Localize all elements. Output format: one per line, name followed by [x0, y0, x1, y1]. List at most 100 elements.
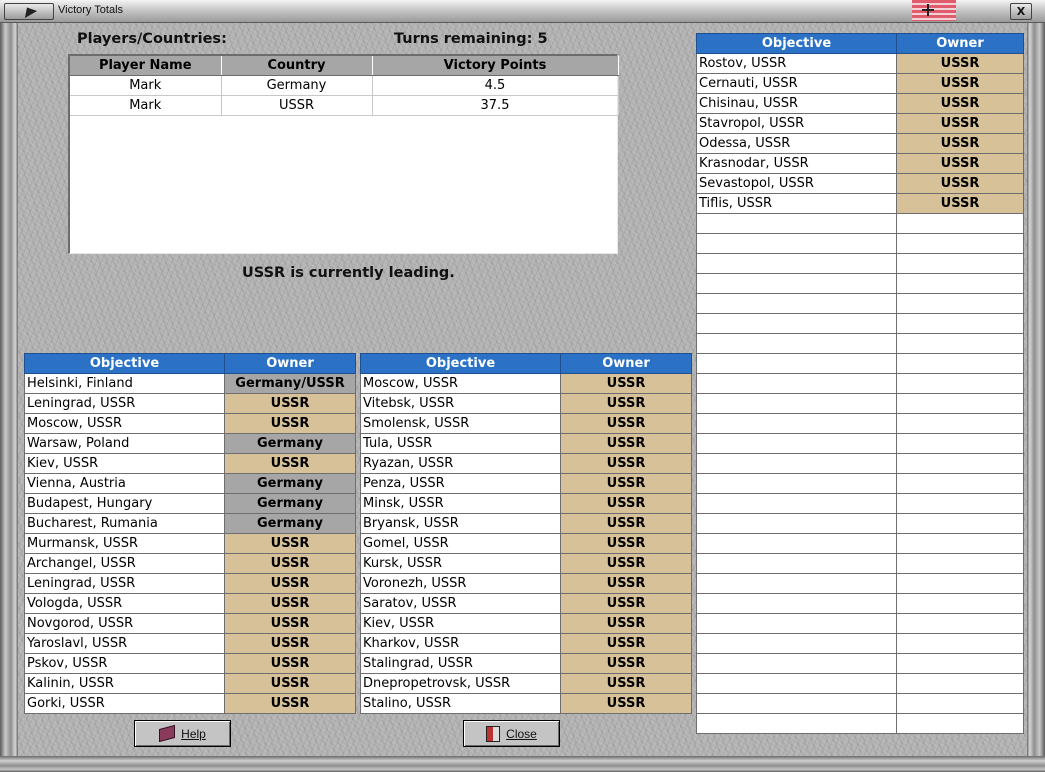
table-row[interactable]: Gomel, USSR USSR [360, 533, 692, 554]
empty-cell [896, 513, 1024, 534]
window-close-button[interactable]: X [1010, 3, 1032, 20]
empty-row [696, 693, 1024, 714]
table-row[interactable]: Odessa, USSR USSR [696, 133, 1024, 154]
empty-cell [696, 693, 897, 714]
table-row[interactable]: Voronezh, USSR USSR [360, 573, 692, 594]
objective-name-cell: Saratov, USSR [360, 593, 561, 614]
empty-cell [696, 353, 897, 374]
table-row[interactable]: Smolensk, USSR USSR [360, 413, 692, 434]
empty-cell [896, 213, 1024, 234]
owner-cell: USSR [224, 453, 356, 474]
objective-name-cell: Warsaw, Poland [24, 433, 225, 454]
table-row[interactable]: Minsk, USSR USSR [360, 493, 692, 514]
objective-name-cell: Moscow, USSR [24, 413, 225, 434]
objective-name-cell: Vologda, USSR [24, 593, 225, 614]
table-row[interactable]: Penza, USSR USSR [360, 473, 692, 494]
empty-cell [696, 413, 897, 434]
system-menu-button[interactable] [4, 3, 54, 20]
player-name-cell: Mark [70, 75, 222, 96]
table-row[interactable]: Kursk, USSR USSR [360, 553, 692, 574]
owner-cell: USSR [560, 433, 692, 454]
help-button[interactable]: Help [134, 720, 231, 747]
table-row[interactable]: Mark Germany 4.5 [70, 75, 619, 96]
owner-cell: USSR [560, 573, 692, 594]
table-row[interactable]: Leningrad, USSR USSR [24, 393, 356, 414]
table-row[interactable]: Krasnodar, USSR USSR [696, 153, 1024, 174]
objective-name-cell: Tiflis, USSR [696, 193, 897, 214]
empty-cell [896, 413, 1024, 434]
empty-cell [896, 313, 1024, 334]
table-row[interactable]: Moscow, USSR USSR [360, 373, 692, 394]
owner-cell: USSR [896, 113, 1024, 134]
table-row[interactable]: Budapest, Hungary Germany [24, 493, 356, 514]
table-row[interactable]: Saratov, USSR USSR [360, 593, 692, 614]
table-row[interactable]: Tiflis, USSR USSR [696, 193, 1024, 214]
table-row[interactable]: Sevastopol, USSR USSR [696, 173, 1024, 194]
table-row[interactable]: Warsaw, Poland Germany [24, 433, 356, 454]
table-row[interactable]: Bucharest, Rumania Germany [24, 513, 356, 534]
column-header-player-name[interactable]: Player Name [70, 56, 222, 76]
table-row[interactable]: Mark USSR 37.5 [70, 95, 619, 116]
column-header-country[interactable]: Country [221, 56, 373, 76]
owner-cell: USSR [560, 393, 692, 414]
table-row[interactable]: Helsinki, Finland Germany/USSR [24, 373, 356, 394]
table-row[interactable]: Ryazan, USSR USSR [360, 453, 692, 474]
table-row[interactable]: Vienna, Austria Germany [24, 473, 356, 494]
objective-name-cell: Kharkov, USSR [360, 633, 561, 654]
empty-cell [896, 593, 1024, 614]
empty-cell [896, 253, 1024, 274]
table-row[interactable]: Yaroslavl, USSR USSR [24, 633, 356, 654]
owner-cell: Germany [224, 513, 356, 534]
table-row[interactable]: Rostov, USSR USSR [696, 53, 1024, 74]
table-row[interactable]: Vologda, USSR USSR [24, 593, 356, 614]
objective-name-cell: Yaroslavl, USSR [24, 633, 225, 654]
empty-cell [696, 233, 897, 254]
table-row[interactable]: Gorki, USSR USSR [24, 693, 356, 714]
empty-cell [896, 393, 1024, 414]
empty-cell [696, 673, 897, 694]
table-row[interactable]: Novgorod, USSR USSR [24, 613, 356, 634]
owner-cell: USSR [224, 673, 356, 694]
column-header-victory-points[interactable]: Victory Points [372, 56, 619, 76]
table-row[interactable]: Bryansk, USSR USSR [360, 513, 692, 534]
table-row[interactable]: Stavropol, USSR USSR [696, 113, 1024, 134]
table-row[interactable]: Murmansk, USSR USSR [24, 533, 356, 554]
table-row[interactable]: Cernauti, USSR USSR [696, 73, 1024, 94]
table-row[interactable]: Stalingrad, USSR USSR [360, 653, 692, 674]
table-row[interactable]: Kharkov, USSR USSR [360, 633, 692, 654]
empty-row [696, 393, 1024, 414]
table-row[interactable]: Kiev, USSR USSR [360, 613, 692, 634]
table-row[interactable]: Vitebsk, USSR USSR [360, 393, 692, 414]
table-row[interactable]: Kalinin, USSR USSR [24, 673, 356, 694]
table-row[interactable]: Archangel, USSR USSR [24, 553, 356, 574]
empty-cell [696, 433, 897, 454]
objectives-header-row: Objective Owner [696, 33, 1024, 54]
empty-cell [696, 273, 897, 294]
empty-cell [696, 373, 897, 394]
table-row[interactable]: Moscow, USSR USSR [24, 413, 356, 434]
table-row[interactable]: Dnepropetrovsk, USSR USSR [360, 673, 692, 694]
empty-cell [696, 553, 897, 574]
owner-cell: USSR [224, 573, 356, 594]
objective-name-cell: Vienna, Austria [24, 473, 225, 494]
table-row[interactable]: Leningrad, USSR USSR [24, 573, 356, 594]
country-cell: USSR [221, 95, 373, 116]
owner-cell: USSR [224, 693, 356, 714]
table-row[interactable]: Tula, USSR USSR [360, 433, 692, 454]
owner-cell: USSR [224, 393, 356, 414]
window-title: Victory Totals [58, 4, 124, 16]
close-button-label: Close [506, 726, 537, 741]
table-row[interactable]: Chisinau, USSR USSR [696, 93, 1024, 114]
empty-cell [896, 713, 1024, 734]
empty-cell [696, 333, 897, 354]
table-row[interactable]: Kiev, USSR USSR [24, 453, 356, 474]
help-button-label: Help [181, 726, 206, 741]
book-icon [159, 724, 176, 743]
close-button[interactable]: Close [463, 720, 560, 747]
table-row[interactable]: Pskov, USSR USSR [24, 653, 356, 674]
objectives-table-middle: Objective Owner Moscow, USSR USSR Vitebsk,… [360, 353, 692, 714]
owner-cell: USSR [896, 173, 1024, 194]
empty-cell [696, 613, 897, 634]
table-row[interactable]: Stalino, USSR USSR [360, 693, 692, 714]
owner-cell: USSR [560, 413, 692, 434]
